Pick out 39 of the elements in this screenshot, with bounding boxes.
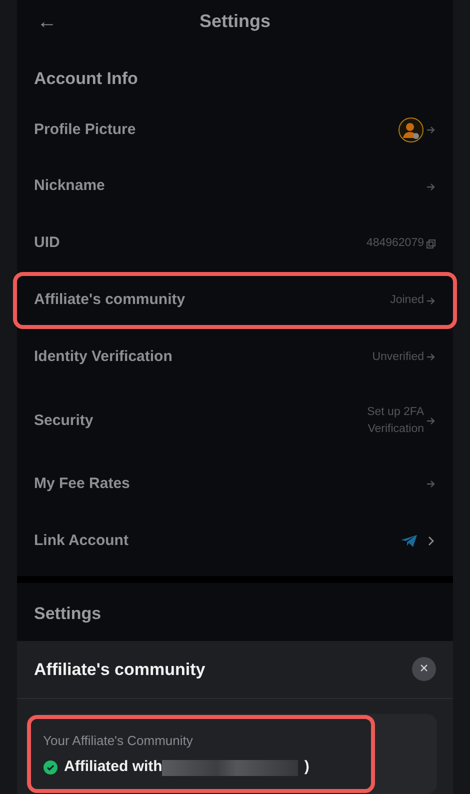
row-value: Set up 2FA Verification [366, 404, 424, 437]
settings-row[interactable]: Link Account [13, 512, 457, 570]
row-label: Security [34, 410, 94, 431]
page-title: Settings [199, 11, 270, 32]
sheet-title: Affiliate's community [34, 658, 206, 681]
avatar-icon [398, 116, 424, 143]
back-button[interactable]: ← [37, 12, 57, 32]
settings-row[interactable]: Identity Verification Unverified [13, 328, 457, 386]
arrow-right-icon [426, 124, 436, 135]
chevron-right-icon [426, 535, 436, 548]
row-label: Profile Picture [34, 120, 136, 140]
arrow-right-icon [426, 296, 436, 306]
settings-row[interactable]: UID 484962079 [13, 215, 457, 272]
row-label: Identity Verification [34, 347, 172, 368]
row-value: 484962079 [366, 236, 424, 251]
settings-row[interactable]: Affiliate's community Joined [13, 272, 457, 329]
row-value: Unverified [372, 350, 424, 365]
row-label: UID [34, 233, 60, 254]
settings-row[interactable]: Profile Picture [13, 101, 457, 158]
arrow-right-icon [426, 352, 436, 362]
row-label: Nickname [34, 176, 105, 196]
status-text: Affiliated with [64, 757, 162, 778]
community-caption: Your Affiliate's Community [43, 732, 194, 750]
paper-plane-icon [400, 534, 418, 548]
copy-icon [426, 238, 436, 249]
settings-row[interactable]: Security Set up 2FA Verification [13, 386, 457, 456]
row-value: Joined [390, 292, 424, 308]
row-label: My Fee Rates [34, 474, 130, 494]
arrow-right-icon [426, 416, 436, 426]
section-heading: Account Info [33, 68, 139, 90]
row-label: Affiliate's community [34, 290, 186, 310]
arrow-right-icon [426, 479, 436, 490]
status-text-end: ) [304, 757, 310, 778]
row-label: Link Account [34, 530, 128, 551]
settings-row[interactable]: Nickname [13, 158, 457, 216]
section-heading: Settings [33, 603, 102, 626]
close-button[interactable]: × [412, 657, 436, 682]
arrow-right-icon [426, 182, 436, 192]
settings-row[interactable]: My Fee Rates [13, 456, 457, 513]
